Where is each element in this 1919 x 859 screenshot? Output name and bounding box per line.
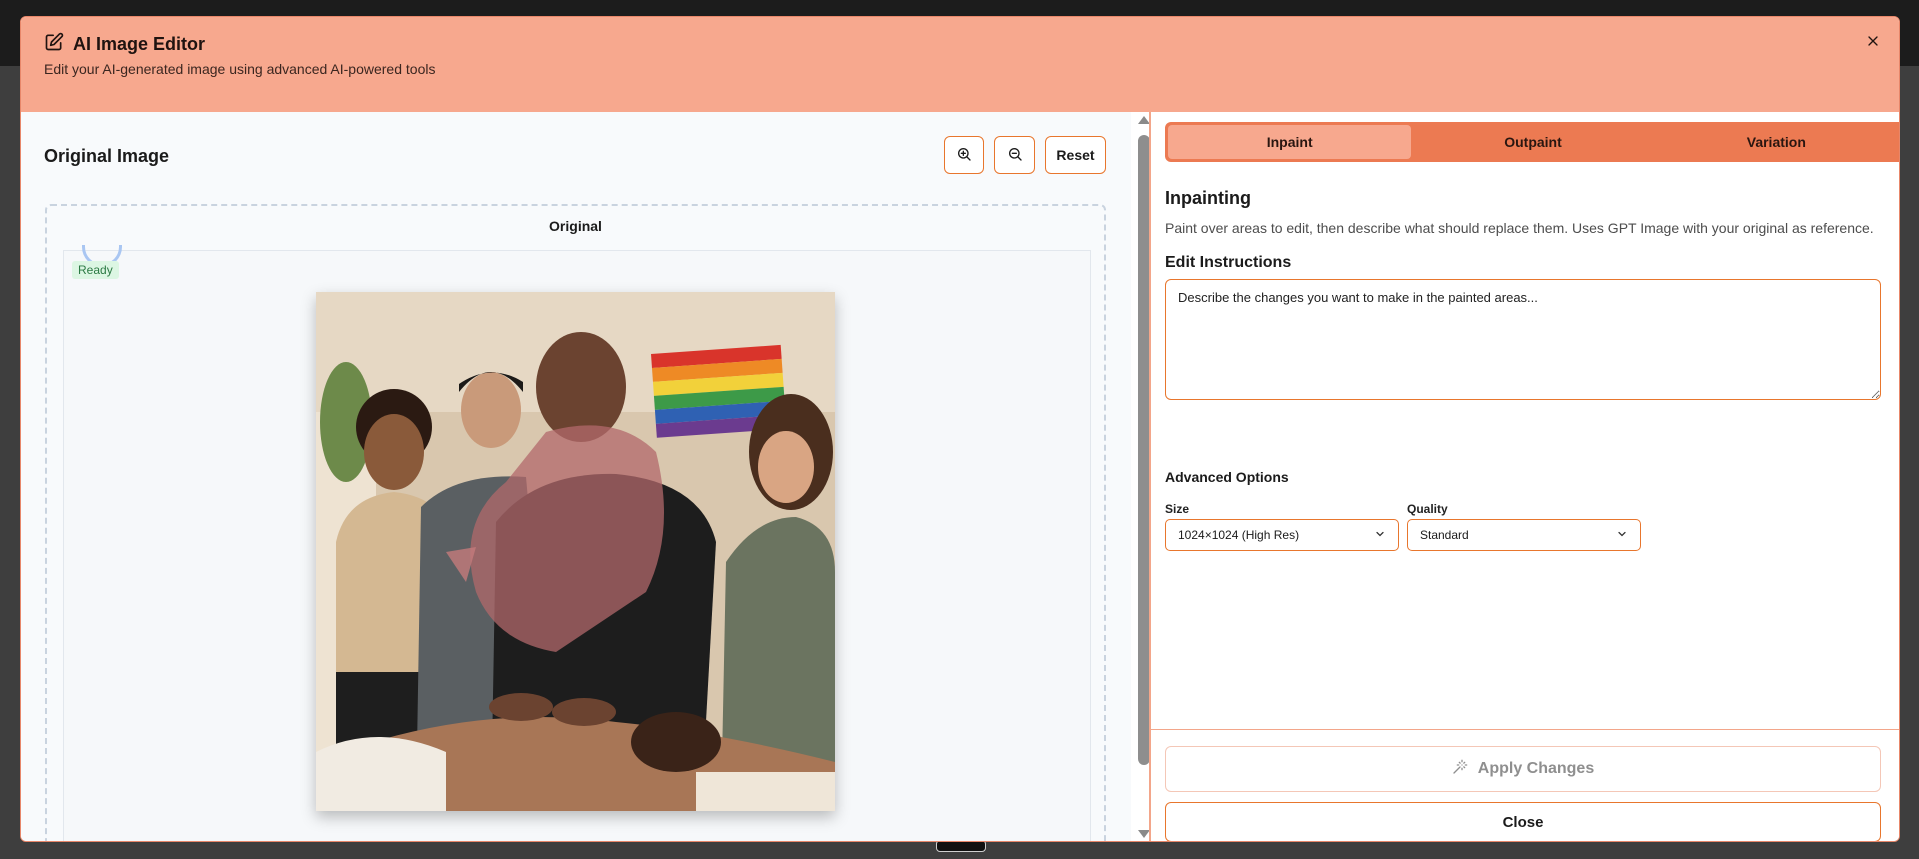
zoom-in-icon <box>956 146 972 165</box>
modal-title: AI Image Editor <box>73 34 206 54</box>
footer-divider <box>1151 729 1899 730</box>
tab-inpaint[interactable]: Inpaint <box>1168 125 1412 159</box>
size-select[interactable]: 1024×1024 (High Res) <box>1165 519 1399 551</box>
quality-label: Quality <box>1407 502 1448 516</box>
close-icon[interactable] <box>1861 29 1885 53</box>
section-description: Paint over areas to edit, then describe … <box>1165 220 1874 236</box>
original-photo <box>316 292 835 811</box>
magic-wand-icon <box>1452 759 1468 780</box>
original-image-panel: Original Image Reset Original Ready <box>21 112 1131 841</box>
tab-outpaint[interactable]: Outpaint <box>1411 125 1654 159</box>
panel-title: Original Image <box>44 146 170 166</box>
zoom-out-icon <box>1007 146 1023 165</box>
paint-canvas[interactable]: Ready <box>63 245 1091 841</box>
edit-instructions-label: Edit Instructions <box>1165 254 1292 271</box>
status-badge: Ready <box>72 261 119 279</box>
advanced-options-label: Advanced Options <box>1165 469 1289 485</box>
reset-button[interactable]: Reset <box>1045 136 1106 174</box>
zoom-out-button[interactable] <box>994 136 1035 174</box>
header-spacer <box>21 95 1899 112</box>
edit-controls-panel: Inpaint Outpaint Variation Inpainting Pa… <box>1151 112 1899 841</box>
frame-label: Original <box>549 218 602 234</box>
quality-select-value: Standard <box>1420 528 1469 542</box>
edit-icon <box>44 32 64 57</box>
apply-changes-button[interactable]: Apply Changes <box>1165 746 1881 792</box>
size-select-value: 1024×1024 (High Res) <box>1178 528 1300 542</box>
modal-title-row: AI Image Editor <box>44 32 205 57</box>
section-title: Inpainting <box>1165 188 1251 208</box>
chevron-down-icon <box>1616 528 1628 543</box>
chevron-down-icon <box>1374 528 1386 543</box>
mode-tabs: Inpaint Outpaint Variation <box>1165 122 1899 162</box>
quality-select[interactable]: Standard <box>1407 519 1641 551</box>
zoom-in-button[interactable] <box>944 136 984 174</box>
apply-changes-label: Apply Changes <box>1477 760 1595 777</box>
image-frame: Original Ready <box>45 204 1106 841</box>
modal-subtitle: Edit your AI-generated image using advan… <box>44 61 436 77</box>
size-label: Size <box>1165 502 1190 516</box>
tab-variation[interactable]: Variation <box>1655 125 1898 159</box>
image-editor-modal: AI Image Editor Edit your AI-generated i… <box>20 16 1900 842</box>
edit-instructions-input[interactable] <box>1165 279 1881 400</box>
close-button[interactable]: Close <box>1165 802 1881 841</box>
photo-illustration <box>316 292 835 811</box>
